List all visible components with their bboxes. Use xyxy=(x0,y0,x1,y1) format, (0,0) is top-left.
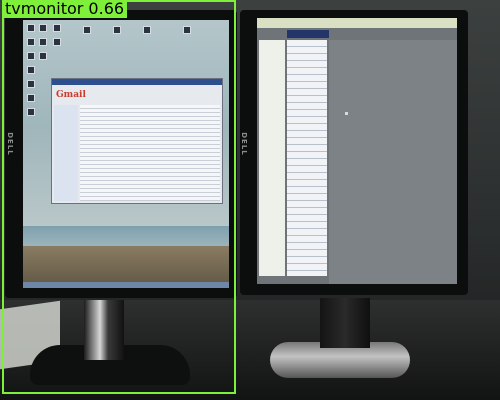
folder-tree-pane[interactable] xyxy=(259,40,285,276)
mouse-cursor-icon xyxy=(345,112,348,115)
detection-label: tvmonitor 0.66 xyxy=(2,0,128,18)
message-list-pane[interactable] xyxy=(287,40,327,276)
detection-bounding-box xyxy=(2,0,236,394)
folder-pane-header xyxy=(287,30,329,38)
right-monitor-brand: DELL xyxy=(239,132,248,156)
app-menubar[interactable] xyxy=(257,18,457,28)
right-monitor-stand xyxy=(320,298,370,348)
right-monitor-screen xyxy=(257,18,457,284)
reading-pane xyxy=(329,40,457,284)
